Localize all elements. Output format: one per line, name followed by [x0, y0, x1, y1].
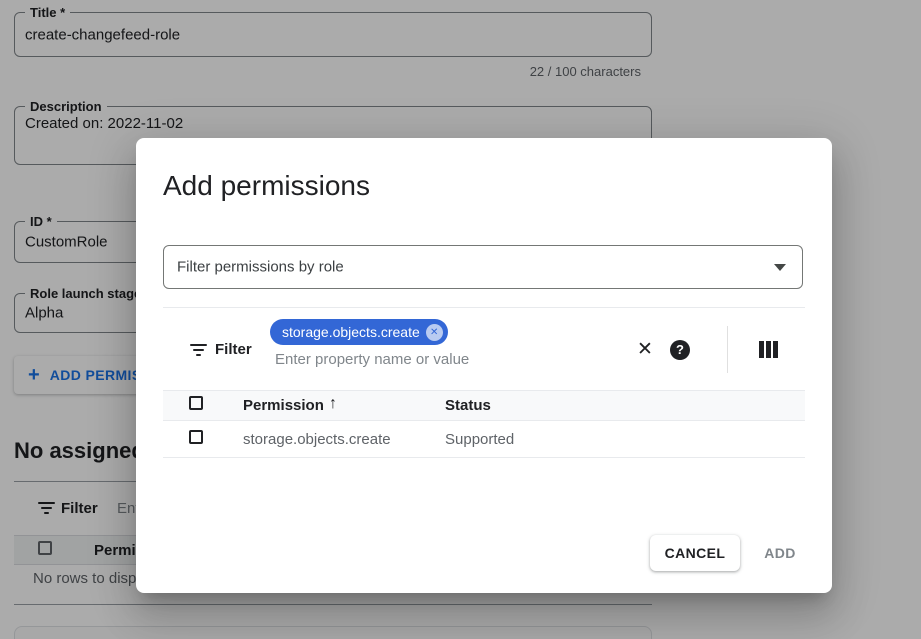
filter-chip[interactable]: storage.objects.create ✕ [270, 319, 448, 345]
filter-icon [190, 344, 207, 356]
permissions-table-header: Permission ↑ Status [163, 390, 805, 421]
clear-filters-icon[interactable]: ✕ [637, 338, 653, 361]
permission-column-header[interactable]: Permission [243, 397, 324, 414]
column-display-icon[interactable] [759, 341, 778, 358]
filter-label: Filter [215, 341, 252, 358]
row-status-cell: Supported [445, 431, 514, 448]
cancel-button[interactable]: CANCEL [650, 535, 740, 571]
filter-input[interactable] [275, 351, 575, 368]
row-checkbox[interactable] [189, 430, 203, 444]
status-column-header[interactable]: Status [445, 397, 491, 414]
role-dropdown-placeholder: Filter permissions by role [177, 259, 344, 276]
sort-ascending-icon[interactable]: ↑ [329, 395, 337, 413]
chip-remove-icon[interactable]: ✕ [426, 324, 443, 341]
select-all-checkbox[interactable] [189, 396, 203, 410]
dialog-title: Add permissions [163, 170, 370, 202]
add-permissions-dialog: Add permissions Filter permissions by ro… [136, 138, 832, 593]
create-role-page: Title * create-changefeed-role 22 / 100 … [0, 0, 921, 639]
add-button[interactable]: ADD [750, 535, 810, 571]
filter-permissions-by-role-dropdown[interactable]: Filter permissions by role [163, 245, 803, 289]
dropdown-caret-icon [774, 264, 786, 271]
row-permission-cell: storage.objects.create [243, 431, 391, 448]
permission-table-row[interactable]: storage.objects.create Supported [163, 422, 805, 458]
filter-chip-label: storage.objects.create [282, 319, 420, 345]
permissions-filter-toolbar: Filter storage.objects.create ✕ ✕ ? [163, 307, 805, 390]
help-icon[interactable]: ? [670, 340, 690, 360]
toolbar-divider [727, 326, 728, 373]
